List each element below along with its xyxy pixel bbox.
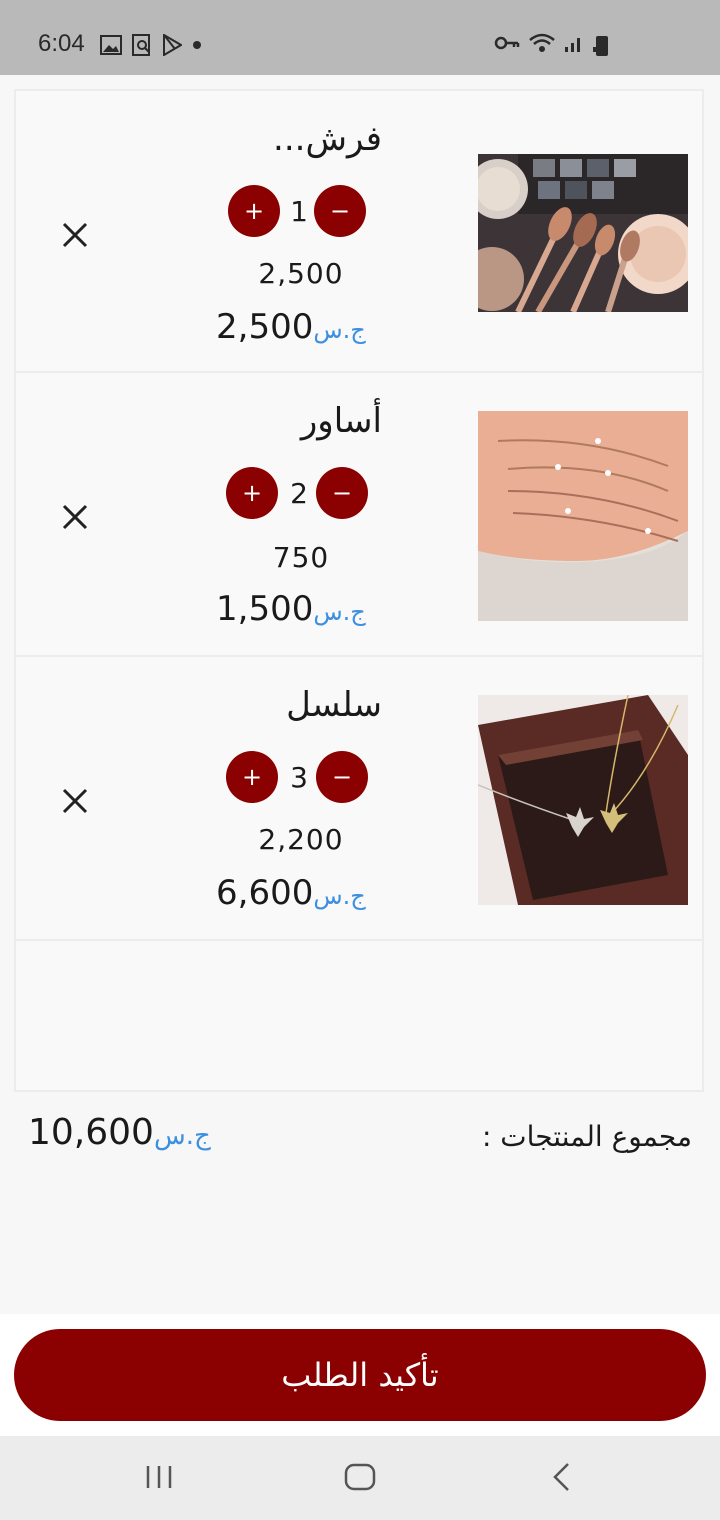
quantity-value: 3 bbox=[290, 761, 308, 794]
battery-icon bbox=[596, 36, 608, 56]
line-total-value: 6,600 bbox=[216, 873, 314, 913]
navigation-bar bbox=[0, 1436, 720, 1520]
product-name: أساور bbox=[300, 401, 382, 441]
line-total: ج.س6,600 bbox=[216, 873, 374, 913]
confirm-area: تأكيد الطلب bbox=[0, 1314, 720, 1436]
summary-currency: ج.س bbox=[153, 1121, 211, 1151]
product-image-makeup-brushes bbox=[478, 154, 688, 312]
signal-icon bbox=[565, 38, 580, 52]
increase-quantity-button[interactable]: + bbox=[226, 467, 278, 519]
cart-item: سلسل − 3 + 2,200 ج.س6,600 bbox=[16, 659, 702, 941]
search-document-icon bbox=[132, 34, 150, 56]
dot-icon bbox=[193, 41, 201, 49]
cart-item: فرش... − 1 + 2,500 ج.س2,500 bbox=[16, 91, 702, 373]
currency-label: ج.س bbox=[313, 598, 366, 626]
confirm-order-button[interactable]: تأكيد الطلب bbox=[14, 1329, 706, 1421]
line-total-value: 2,500 bbox=[216, 307, 314, 347]
play-store-icon bbox=[163, 34, 182, 56]
line-total: ج.س2,500 bbox=[216, 307, 374, 347]
line-total-value: 1,500 bbox=[216, 589, 314, 629]
currency-label: ج.س bbox=[313, 316, 366, 344]
back-icon[interactable] bbox=[550, 1462, 572, 1492]
wifi-icon bbox=[529, 33, 555, 52]
product-name: سلسل bbox=[286, 685, 382, 725]
unit-price: 750 bbox=[272, 541, 330, 574]
status-system-icons bbox=[494, 32, 612, 54]
decrease-quantity-button[interactable]: − bbox=[316, 467, 368, 519]
decrease-quantity-button[interactable]: − bbox=[314, 185, 366, 237]
remove-item-icon[interactable] bbox=[61, 787, 89, 815]
home-icon[interactable] bbox=[344, 1463, 376, 1491]
remove-item-icon[interactable] bbox=[61, 503, 89, 531]
summary-label: مجموع المنتجات : bbox=[481, 1120, 692, 1153]
increase-quantity-button[interactable]: + bbox=[228, 185, 280, 237]
product-name: فرش... bbox=[273, 119, 382, 159]
status-notification-icons bbox=[100, 30, 202, 60]
remove-item-icon[interactable] bbox=[61, 221, 89, 249]
quantity-value: 1 bbox=[290, 195, 308, 228]
increase-quantity-button[interactable]: + bbox=[226, 751, 278, 803]
unit-price: 2,200 bbox=[258, 823, 344, 856]
summary-total: ج.س10,600 bbox=[28, 1112, 219, 1153]
cart-item: أساور − 2 + 750 ج.س1,500 bbox=[16, 375, 702, 657]
product-image-necklaces bbox=[478, 695, 688, 905]
decrease-quantity-button[interactable]: − bbox=[316, 751, 368, 803]
line-total: ج.س1,500 bbox=[216, 589, 374, 629]
unit-price: 2,500 bbox=[258, 257, 344, 290]
key-icon bbox=[494, 36, 520, 50]
product-image-bracelets bbox=[478, 411, 688, 621]
status-time: 6:04 bbox=[38, 30, 85, 57]
image-icon bbox=[100, 35, 122, 55]
summary-total-value: 10,600 bbox=[28, 1112, 154, 1153]
cart-list: فرش... − 1 + 2,500 ج.س2,500 أساور − 2 + … bbox=[14, 89, 704, 1092]
quantity-value: 2 bbox=[290, 477, 308, 510]
recent-apps-icon[interactable] bbox=[144, 1464, 174, 1490]
status-bar: 6:04 bbox=[0, 0, 720, 75]
currency-label: ج.س bbox=[313, 882, 366, 910]
